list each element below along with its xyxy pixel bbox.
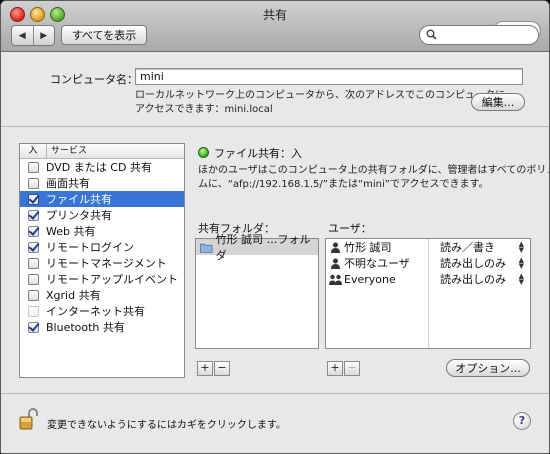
back-button[interactable]: ◀: [12, 26, 34, 45]
service-label: リモートマネージメント: [46, 257, 167, 270]
add-user-button[interactable]: +: [327, 361, 343, 376]
footer-divider: [1, 393, 549, 394]
shared-folders-list[interactable]: 竹形 誠司 …フォルダ: [195, 233, 319, 349]
service-row[interactable]: 画面共有: [20, 175, 184, 191]
services-list[interactable]: 入 サービス DVD または CD 共有 画面共有 ファイル共有 プリンタ共有 …: [19, 143, 185, 378]
file-sharing-status: ファイル共有：入: [214, 147, 302, 160]
status-indicator-icon: [198, 147, 209, 158]
lock-instructions: 変更できないようにするにはカギをクリックします。: [47, 420, 286, 431]
service-label: Web 共有: [46, 225, 96, 238]
service-label: リモートログイン: [46, 241, 134, 254]
service-checkbox[interactable]: [28, 225, 39, 237]
computer-name-field[interactable]: mini: [135, 68, 523, 85]
service-checkbox[interactable]: [28, 257, 39, 269]
service-row[interactable]: DVD または CD 共有: [20, 159, 184, 175]
show-all-button[interactable]: すべてを表示: [61, 25, 147, 45]
remove-user-button[interactable]: −: [344, 361, 360, 376]
search-icon: [426, 29, 437, 40]
permission-stepper-icon[interactable]: ▲ ▼: [519, 241, 524, 254]
users-column-divider: [428, 239, 429, 348]
service-checkbox[interactable]: [28, 305, 39, 317]
permission-stepper-icon[interactable]: ▲ ▼: [519, 257, 524, 270]
user-icon: [331, 242, 340, 253]
file-sharing-desc-line1: ほかのユーザはこのコンピュータ上の共有フォルダに、管理者はすべてのボリュー: [198, 165, 550, 176]
computer-address-line2: アクセスできます：mini.local: [135, 104, 273, 115]
lock-icon[interactable]: [19, 407, 39, 431]
folder-name: 竹形 誠司 …フォルダ: [215, 233, 311, 262]
service-label: 画面共有: [46, 177, 90, 190]
service-label: インターネット共有: [46, 305, 145, 318]
user-name: Everyone: [344, 272, 396, 286]
service-label: Bluetooth 共有: [46, 321, 125, 334]
group-icon: [329, 274, 342, 285]
user-permission[interactable]: 読み出しのみ: [440, 255, 506, 271]
service-row[interactable]: リモートマネージメント: [20, 255, 184, 271]
column-header-service[interactable]: サービス: [47, 144, 87, 158]
folder-icon: [200, 243, 213, 253]
users-list[interactable]: 竹形 誠司 読み／書き ▲ ▼ 不明なユーザ 読み出しのみ ▲ ▼ Everyone…: [325, 238, 531, 349]
service-row[interactable]: Bluetooth 共有: [20, 319, 184, 335]
edit-button[interactable]: 編集...: [471, 93, 525, 111]
user-icon: [331, 258, 340, 269]
service-checkbox[interactable]: [28, 241, 39, 253]
window-title: 共有: [262, 8, 287, 22]
user-permission[interactable]: 読み出しのみ: [440, 271, 506, 287]
service-row[interactable]: インターネット共有: [20, 303, 184, 319]
back-forward-control: ◀ ▶: [11, 25, 55, 46]
help-button[interactable]: ?: [513, 412, 531, 430]
column-header-on[interactable]: 入: [20, 144, 47, 158]
users-label: ユーザ：: [328, 222, 372, 235]
service-row[interactable]: Web 共有: [20, 223, 184, 239]
service-checkbox[interactable]: [28, 321, 39, 333]
forward-button[interactable]: ▶: [34, 26, 55, 45]
search-field[interactable]: [419, 25, 539, 45]
file-sharing-desc-line2: ムに、“afp://192.168.1.5/”または“mini”でアクセスできま…: [198, 179, 489, 190]
permission-stepper-icon[interactable]: ▲ ▼: [519, 273, 524, 286]
service-label: リモートアップルイベント: [46, 273, 178, 286]
user-name: 不明なユーザ: [344, 257, 410, 270]
service-label: DVD または CD 共有: [46, 161, 152, 174]
service-row[interactable]: プリンタ共有: [20, 207, 184, 223]
service-row[interactable]: リモートログイン: [20, 239, 184, 255]
remove-folder-button[interactable]: −: [214, 361, 230, 376]
service-checkbox[interactable]: [28, 161, 39, 173]
folder-row[interactable]: 竹形 誠司 …フォルダ: [196, 233, 318, 262]
service-checkbox[interactable]: [28, 209, 39, 221]
service-checkbox[interactable]: [28, 273, 39, 285]
services-list-header: 入 サービス: [20, 144, 184, 159]
service-row[interactable]: Xgrid 共有: [20, 287, 184, 303]
options-button[interactable]: オプション...: [446, 359, 530, 377]
add-folder-button[interactable]: +: [197, 361, 213, 376]
section-divider: [1, 126, 549, 127]
user-name: 竹形 誠司: [344, 241, 392, 254]
user-permission[interactable]: 読み／書き: [440, 239, 495, 255]
service-checkbox[interactable]: [28, 193, 39, 205]
service-label: Xgrid 共有: [46, 289, 101, 302]
computer-name-label: コンピュータ名：: [50, 73, 138, 86]
service-checkbox[interactable]: [28, 177, 39, 189]
service-label: ファイル共有: [46, 193, 112, 206]
service-label: プリンタ共有: [46, 209, 112, 222]
title-bar: 共有 ◀ ▶ すべてを表示: [1, 1, 549, 52]
computer-address-line1: ローカルネットワーク上のコンピュータから、次のアドレスでこのコンピュータに: [135, 90, 505, 101]
sharing-window: 共有 ◀ ▶ すべてを表示 コンピュータ名： mini ローカルネットワーク上の…: [0, 0, 550, 454]
service-row[interactable]: ファイル共有: [20, 191, 184, 207]
service-row[interactable]: リモートアップルイベント: [20, 271, 184, 287]
service-checkbox[interactable]: [28, 289, 39, 301]
